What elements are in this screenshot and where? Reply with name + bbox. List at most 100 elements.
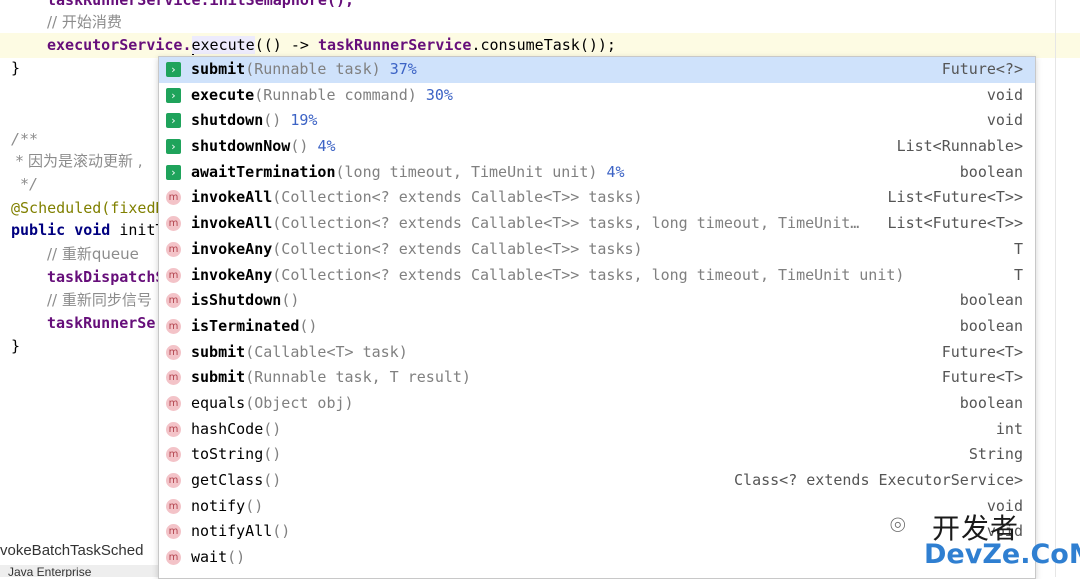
code-line: } [11,56,20,81]
method-icon: m [166,395,181,411]
completion-item-signature: invokeAny(Collection<? extends Callable<… [191,263,904,289]
completion-item-params: (long timeout, TimeUnit unit) [335,162,598,181]
code-line: public void initT [11,218,165,243]
completion-item[interactable]: m isTerminated() boolean [159,314,1035,340]
completion-item-return-type: boolean [959,393,1023,412]
completion-item-percent: 4% [317,137,336,156]
completion-item-signature: wait() [191,545,245,571]
completion-item-percent: 4% [606,162,625,181]
completion-item-return-type: boolean [959,162,1023,181]
completion-item[interactable]: m isShutdown() boolean [159,288,1035,314]
completion-item-signature: shutdownNow() 4% [191,134,336,160]
code-text: } [11,337,21,355]
code-text: (() -> [254,36,318,54]
completion-item-name: submit [191,60,246,78]
completion-item-name: getClass [191,471,264,489]
completion-item[interactable]: m equals(Object obj) boolean [159,391,1035,417]
method-icon: m [166,267,181,283]
completion-item[interactable]: › submit(Runnable task) 37% Future<?> [159,57,1035,83]
completion-item[interactable]: m getClass() Class<? extends ExecutorServi… [159,468,1035,494]
method-icon: m [166,447,181,463]
completion-item-name: submit [191,342,246,361]
completion-item-name: isTerminated [191,316,300,335]
completion-item[interactable]: m submit(Callable<T> task) Future<T> [159,340,1035,366]
completion-item-params: (Callable<T> task) [245,342,408,361]
completion-item[interactable]: m invokeAll(Collection<? extends Callable… [159,185,1035,211]
completion-item-params: () [263,445,282,464]
completion-item[interactable]: m invokeAny(Collection<? extends Callable… [159,237,1035,263]
completion-item-params: (Collection<? extends Callable<T>> tasks… [272,265,905,284]
completion-item-return-type: List<Future<T>> [887,188,1023,207]
completion-item-signature: equals(Object obj) [191,391,354,417]
completion-item[interactable]: › shutdown() 19% void [159,108,1035,134]
completion-item-percent: 19% [290,111,318,130]
completion-item-name: toString [191,445,264,464]
completion-item-name: invokeAll [191,188,273,207]
completion-item-params: (Collection<? extends Callable<T>> tasks… [272,239,643,258]
completion-item-return-type: void [986,85,1023,104]
code-text: } [11,59,21,77]
method-icon: m [166,216,181,232]
completion-item-return-type: List<Future<T>> [887,214,1023,233]
completion-item-name: wait [191,548,228,567]
completion-item[interactable]: m hashCode() int [159,417,1035,443]
completion-item-signature: submit(Runnable task) 37% [191,57,417,83]
method-icon: m [166,241,181,257]
executor-method-icon: › [166,139,181,155]
completion-item-params: () [281,291,300,310]
code-comment: // 开始消费 [47,10,122,35]
completion-item-percent: 37% [389,60,417,78]
completion-item-signature: hashCode() [191,417,281,443]
code-text: public void [11,221,120,239]
code-text: taskRunnerService.initSemaphore(); [47,0,355,9]
completion-item-params: (Collection<? extends Callable<T>> tasks… [272,188,643,207]
code-line: taskDispatchS [47,265,164,290]
code-line: taskRunnerSe [47,311,155,336]
completion-item-params: () [263,111,282,130]
completion-item-params: (Runnable task) [245,60,381,78]
completion-item-signature: submit(Runnable task, T result) [191,365,471,391]
completion-item-name: shutdown [191,111,264,130]
code-text: * 因为是滚动更新 , [11,152,143,170]
completion-item[interactable]: › shutdownNow() 4% List<Runnable> [159,134,1035,160]
completion-item-params: () [227,548,246,567]
completion-item-signature: notify() [191,494,263,520]
code-text: /** [11,130,39,148]
code-comment: // 重新queue [47,242,139,267]
completion-item-params: (Object obj) [245,393,354,412]
code-text: // 重新同步信号 [47,291,152,309]
completion-item[interactable]: m submit(Runnable task, T result) Future<T… [159,365,1035,391]
completion-item[interactable]: › awaitTermination(long timeout, TimeUnit… [159,160,1035,186]
completion-item[interactable]: › execute(Runnable command) 30% void [159,83,1035,109]
code-completion-popup[interactable]: › submit(Runnable task) 37% Future<?> › exec… [158,56,1036,579]
method-icon: m [166,293,181,309]
code-line: } [11,334,20,359]
completion-item[interactable]: m invokeAll(Collection<? extends Callable… [159,211,1035,237]
completion-item-return-type: boolean [959,291,1023,310]
completion-item-name: awaitTermination [191,162,336,181]
editor-tab-label[interactable]: vokeBatchTaskSched [0,540,160,562]
code-text: taskRunnerService [317,36,472,54]
executor-method-icon: › [166,87,181,103]
completion-item-params: () [290,137,309,156]
code-text: // 开始消费 [47,13,122,31]
right-margin-guide [1055,0,1056,577]
completion-item-return-type: Future<?> [941,60,1023,78]
completion-item-signature: execute(Runnable command) 30% [191,83,453,109]
completion-item-params: (Collection<? extends Callable<T>> tasks… [272,214,860,233]
completion-item[interactable]: m invokeAny(Collection<? extends Callable… [159,263,1035,289]
code-text: taskRunnerSe [47,314,156,332]
completion-item-name: shutdownNow [191,137,291,156]
code-text: execute [191,36,255,54]
completion-item-params: () [272,522,291,541]
method-icon: m [166,550,181,566]
completion-item-return-type: void [986,111,1023,130]
completion-item-name: notify [191,496,246,515]
completion-item[interactable]: m toString() String [159,442,1035,468]
completion-item-name: invokeAll [191,214,273,233]
code-text: // 重新queue [47,245,139,263]
executor-method-icon: › [166,62,181,77]
completion-item-name: submit [191,368,246,387]
tool-window-tab[interactable]: Java Enterprise [0,565,168,577]
completion-item-params: (Runnable task, T result) [245,368,471,387]
